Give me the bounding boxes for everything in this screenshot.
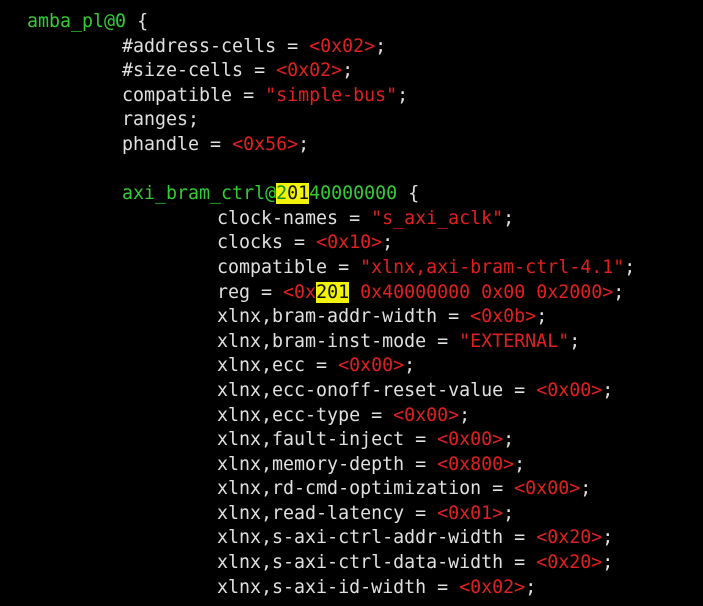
- code-text: ;: [342, 60, 354, 82]
- value-literal: <0x0b>: [470, 306, 537, 328]
- node-name: axi_bram_ctrl@: [122, 183, 277, 205]
- code-text: phandle =: [122, 133, 233, 155]
- value-literal: <0x10>: [316, 232, 383, 254]
- value-literal: "xlnx,axi-bram-ctrl-4.1": [360, 256, 625, 278]
- code-text: xlnx,ecc =: [217, 355, 339, 377]
- value-literal: 0x40000000 0x00 0x2000>: [349, 281, 614, 303]
- code-text: ;: [525, 576, 537, 598]
- code-text: {: [126, 11, 149, 32]
- code-line: xlnx,ecc-onoff-reset-value = <0x00>;: [27, 379, 635, 404]
- code-text: ;: [404, 355, 416, 377]
- code-line: #address-cells = <0x02>;: [27, 35, 635, 60]
- code-line: xlnx,fault-inject = <0x00>;: [27, 428, 635, 453]
- code-text: xlnx,fault-inject =: [217, 429, 438, 451]
- search-match-highlight: 01: [287, 183, 310, 205]
- code-line: xlnx,memory-depth = <0x800>;: [27, 453, 635, 478]
- code-text: xlnx,bram-addr-width =: [217, 306, 471, 328]
- code-line: xlnx,s-axi-ctrl-data-width = <0x20>;: [27, 551, 635, 576]
- code-text: ;: [569, 330, 581, 352]
- value-literal: <0x00>: [393, 404, 460, 426]
- code-text: {: [397, 183, 420, 205]
- code-text: xlnx,ecc-onoff-reset-value =: [217, 379, 537, 401]
- value-literal: <0x02>: [459, 576, 526, 598]
- value-literal: <0x56>: [232, 133, 299, 155]
- code-line: xlnx,read-latency = <0x01>;: [27, 502, 635, 527]
- code-text: ;: [602, 552, 614, 574]
- search-match-highlight: 201: [316, 281, 350, 303]
- code-text: ;: [375, 35, 387, 57]
- value-literal: "s_axi_aclk": [371, 207, 504, 229]
- code-text: ;: [624, 256, 636, 278]
- value-literal: "simple-bus": [265, 84, 398, 106]
- value-literal: "EXTERNAL": [459, 330, 570, 352]
- code-text: xlnx,ecc-type =: [217, 404, 394, 426]
- code-text: ;: [503, 429, 515, 451]
- value-literal: <0x02>: [276, 60, 343, 82]
- code-text: ;: [613, 281, 625, 303]
- code-line: clock-names = "s_axi_aclk";: [27, 207, 635, 232]
- code-line: reg = <0x201 0x40000000 0x00 0x2000>;: [27, 281, 635, 306]
- node-name: amba_pl@0: [27, 11, 127, 32]
- code-text: xlnx,memory-depth =: [217, 453, 438, 475]
- code-text: ;: [514, 453, 526, 475]
- code-text: #address-cells =: [122, 35, 310, 57]
- code-text: ;: [382, 232, 394, 254]
- code-text: clocks =: [217, 232, 317, 254]
- code-line: xlnx,bram-addr-width = <0x0b>;: [27, 305, 635, 330]
- code-text: xlnx,s-axi-id-width =: [217, 576, 460, 598]
- code-text: ;: [459, 404, 471, 426]
- code-line: compatible = "xlnx,axi-bram-ctrl-4.1";: [27, 256, 635, 281]
- value-literal: <0x01>: [437, 502, 504, 524]
- node-name: 40000000: [309, 183, 398, 205]
- code-text: ;: [602, 379, 614, 401]
- code-line: xlnx,ecc = <0x00>;: [27, 354, 635, 379]
- code-text: ;: [503, 502, 515, 524]
- code-text: reg =: [217, 281, 284, 303]
- code-line: compatible = "simple-bus";: [27, 84, 635, 109]
- code-text: ;: [536, 306, 548, 328]
- code-text: xlnx,bram-inst-mode =: [217, 330, 460, 352]
- code-line: clocks = <0x10>;: [27, 231, 635, 256]
- code-text: ranges;: [122, 109, 200, 131]
- terminal-window[interactable]: amba_pl@0 {#address-cells = <0x02>; #size…: [0, 0, 703, 606]
- code-line: #size-cells = <0x02>;: [27, 59, 635, 84]
- value-literal: <0x00>: [338, 355, 405, 377]
- code-line: xlnx,s-axi-ctrl-addr-width = <0x20>;: [27, 526, 635, 551]
- code-line: xlnx,rd-cmd-optimization = <0x00>;: [27, 477, 635, 502]
- code-text: ;: [503, 207, 515, 229]
- code-text: #size-cells =: [122, 60, 277, 82]
- code-text: xlnx,read-latency =: [217, 502, 438, 524]
- value-literal: <0x800>: [437, 453, 515, 475]
- code-line: amba_pl@0 {: [27, 10, 635, 35]
- value-literal: <0x00>: [437, 429, 504, 451]
- code-text: xlnx,rd-cmd-optimization =: [217, 478, 515, 500]
- search-match-highlight: 2: [276, 183, 288, 205]
- code-text: compatible =: [217, 256, 361, 278]
- code-text: compatible =: [122, 84, 266, 106]
- value-literal: <0x20>: [536, 527, 603, 549]
- code-text: clock-names =: [217, 207, 372, 229]
- value-literal: <0x: [283, 281, 317, 303]
- value-literal: <0x02>: [309, 35, 376, 57]
- code-line: xlnx,ecc-type = <0x00>;: [27, 404, 635, 429]
- value-literal: <0x20>: [536, 552, 603, 574]
- value-literal: <0x00>: [536, 379, 603, 401]
- code-line: phandle = <0x56>;: [27, 133, 635, 158]
- code-text: xlnx,s-axi-ctrl-data-width =: [217, 552, 537, 574]
- code-text: ;: [298, 133, 310, 155]
- code-text: xlnx,s-axi-ctrl-addr-width =: [217, 527, 537, 549]
- code-line: axi_bram_ctrl@20140000000 {: [27, 182, 635, 207]
- code-line: xlnx,bram-inst-mode = "EXTERNAL";: [27, 330, 635, 355]
- code-line: ranges;: [27, 108, 635, 133]
- code-text: ;: [397, 84, 409, 106]
- value-literal: <0x00>: [514, 478, 581, 500]
- code-text: ;: [602, 527, 614, 549]
- device-tree-source-view[interactable]: amba_pl@0 {#address-cells = <0x02>; #size…: [27, 10, 635, 600]
- code-line: xlnx,s-axi-id-width = <0x02>;: [27, 576, 635, 601]
- code-text: ;: [580, 478, 592, 500]
